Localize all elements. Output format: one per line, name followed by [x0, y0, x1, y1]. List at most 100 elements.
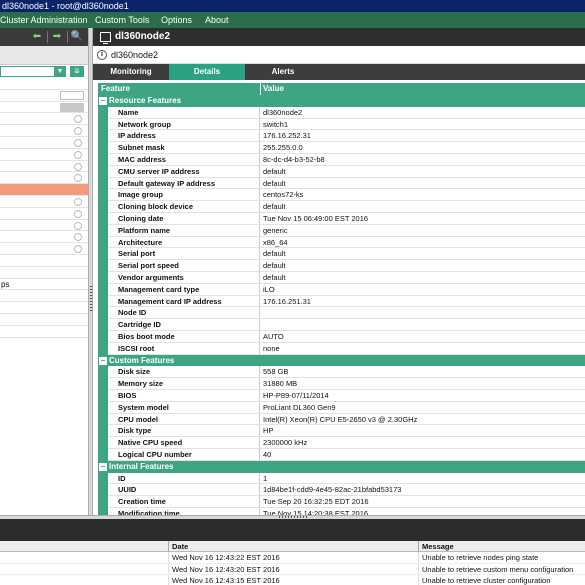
tree-row[interactable] [0, 196, 88, 208]
tree-row[interactable] [0, 255, 88, 267]
tree-row[interactable] [0, 243, 88, 255]
tree-row[interactable] [0, 172, 88, 185]
table-row[interactable]: Native CPU speed 2300000 kHz [98, 437, 585, 449]
tree-row[interactable] [0, 113, 88, 126]
table-row[interactable]: Cloning block device default [98, 201, 585, 213]
table-row[interactable]: Disk size 558 GB [98, 366, 585, 379]
tab-monitoring[interactable]: Monitoring [93, 64, 169, 80]
column-header-value[interactable]: Value [263, 83, 284, 95]
table-row[interactable]: Cartridge ID [98, 319, 585, 331]
log-body: Wed Nov 16 12:43:22 EST 2016 Unable to re… [0, 552, 585, 585]
back-arrow-icon[interactable]: ⬅ [30, 30, 44, 44]
feature-name: Disk size [118, 367, 151, 377]
chevron-down-icon[interactable]: ▼ [54, 66, 66, 77]
tree-row[interactable] [0, 78, 88, 90]
log-row[interactable]: Wed Nov 16 12:43:22 EST 2016 Unable to re… [0, 552, 585, 564]
tree-row[interactable] [0, 326, 88, 338]
tree-row[interactable] [0, 267, 88, 279]
table-row[interactable]: Subnet mask 255.255.0.0 [98, 142, 585, 154]
value-cell [260, 107, 585, 119]
table-row[interactable]: ID 1 [98, 472, 585, 485]
feature-value: generic [263, 225, 288, 235]
tree-row-input[interactable] [60, 90, 84, 100]
table-row[interactable]: Bios boot mode AUTO [98, 330, 585, 343]
table-row[interactable]: Cloning date Tue Nov 15 06:49:00 EST 2016 [98, 212, 585, 225]
table-row[interactable]: Vendor arguments default [98, 271, 585, 284]
tree-row[interactable] [0, 220, 88, 232]
section-header[interactable]: − Internal Features [98, 460, 585, 473]
search-icon[interactable]: 🔍 [70, 30, 84, 44]
tree-row[interactable] [0, 302, 88, 314]
table-row[interactable]: Name dl360node2 [98, 106, 585, 119]
menu-custom-tools[interactable]: Custom Tools [95, 12, 149, 28]
table-row[interactable]: UUID 1d84be1f-cdd9-4e45-82ac-21bfabd53173 [98, 484, 585, 497]
table-row[interactable]: CPU model Intel(R) Xeon(R) CPU E5-2650 v3… [98, 413, 585, 426]
value-cell [260, 166, 585, 178]
tree-row[interactable] [0, 208, 88, 220]
table-row[interactable]: Disk type HP [98, 425, 585, 438]
feature-value: 255.255.0.0 [263, 143, 303, 153]
column-divider [418, 575, 419, 585]
feature-name: Logical CPU number [118, 449, 192, 459]
table-row[interactable]: Node ID [98, 307, 585, 320]
table-row[interactable]: Management card IP address 176.16.251.31 [98, 295, 585, 308]
section-header[interactable]: − Custom Features [98, 354, 585, 367]
table-row[interactable]: Architecture x86_64 [98, 236, 585, 249]
table-row[interactable]: Management card type iLO [98, 283, 585, 296]
tree-row[interactable] [0, 314, 88, 326]
collapse-icon[interactable]: − [99, 97, 107, 105]
section-header[interactable]: − Resource Features [98, 95, 585, 107]
row-gutter [98, 189, 108, 202]
log-column-date[interactable]: Date [172, 541, 188, 552]
splitter-grip-icon[interactable] [279, 516, 307, 518]
table-row[interactable]: CMU server IP address default [98, 165, 585, 178]
feature-name: Memory size [118, 379, 164, 389]
collapse-icon[interactable]: − [99, 356, 107, 365]
log-panel: Date Message Wed Nov 16 12:43:22 EST 201… [0, 541, 585, 585]
table-row[interactable]: ISCSI root none [98, 342, 585, 355]
collapse-icon[interactable]: − [99, 462, 107, 471]
table-row[interactable]: IP address 176.16.252.31 [98, 130, 585, 143]
status-circle-icon [74, 138, 82, 147]
tree-row[interactable] [0, 149, 88, 161]
column-header-feature[interactable]: Feature [101, 83, 130, 95]
window-title: dl360node1 - root@dl360node1 [2, 1, 129, 11]
menu-about[interactable]: About [205, 12, 229, 28]
menu-cluster-administration[interactable]: Cluster Administration [0, 12, 88, 28]
tab-alerts[interactable]: Alerts [245, 64, 321, 80]
table-row[interactable]: Creation time Tue Sep 20 16:32:25 EDT 201… [98, 496, 585, 508]
table-row[interactable]: MAC address 8c-dc-d4-b3-52-b8 [98, 153, 585, 166]
tree-row[interactable] [0, 102, 88, 114]
tab-details[interactable]: Details [169, 64, 245, 80]
tree-row[interactable] [0, 161, 88, 173]
forward-arrow-icon[interactable]: ➡ [50, 30, 64, 44]
menu-options[interactable]: Options [161, 12, 192, 28]
tree-row[interactable] [0, 125, 88, 137]
table-row[interactable]: System model ProLiant DL360 Gen9 [98, 401, 585, 414]
table-row[interactable]: Serial port default [98, 248, 585, 261]
table-row[interactable]: BIOS HP-P89-07/11/2014 [98, 389, 585, 402]
tree-row-selected[interactable] [0, 184, 88, 196]
log-row[interactable]: Wed Nov 16 12:43:15 EST 2016 Unable to re… [0, 575, 585, 585]
table-row[interactable]: Logical CPU number 40 [98, 448, 585, 461]
table-row[interactable]: Image group centos72-ks [98, 189, 585, 202]
log-column-message[interactable]: Message [422, 541, 454, 552]
group-selector[interactable]: ▼ ⇊ [0, 64, 88, 78]
log-row[interactable]: Wed Nov 16 12:43:20 EST 2016 Unable to re… [0, 563, 585, 575]
table-row[interactable]: Memory size 31880 MB [98, 378, 585, 390]
table-row[interactable]: Serial port speed default [98, 260, 585, 272]
tree-row[interactable] [0, 290, 88, 303]
status-circle-icon [74, 221, 82, 230]
column-divider [168, 563, 169, 574]
tree-row[interactable] [0, 137, 88, 149]
splitter-grip-icon[interactable] [90, 286, 92, 312]
tree-row[interactable] [0, 231, 88, 244]
table-row[interactable]: Network group switch1 [98, 118, 585, 131]
feature-name: Cartridge ID [118, 320, 161, 330]
double-chevron-down-icon[interactable]: ⇊ [70, 66, 84, 77]
table-row[interactable]: Platform name generic [98, 224, 585, 237]
tree-row[interactable]: ps [0, 279, 88, 291]
tree-row[interactable] [0, 90, 88, 102]
table-row[interactable]: Default gateway IP address default [98, 177, 585, 190]
table-row[interactable]: Modification time Tue Nov 15 14:20:38 EST… [98, 507, 585, 515]
